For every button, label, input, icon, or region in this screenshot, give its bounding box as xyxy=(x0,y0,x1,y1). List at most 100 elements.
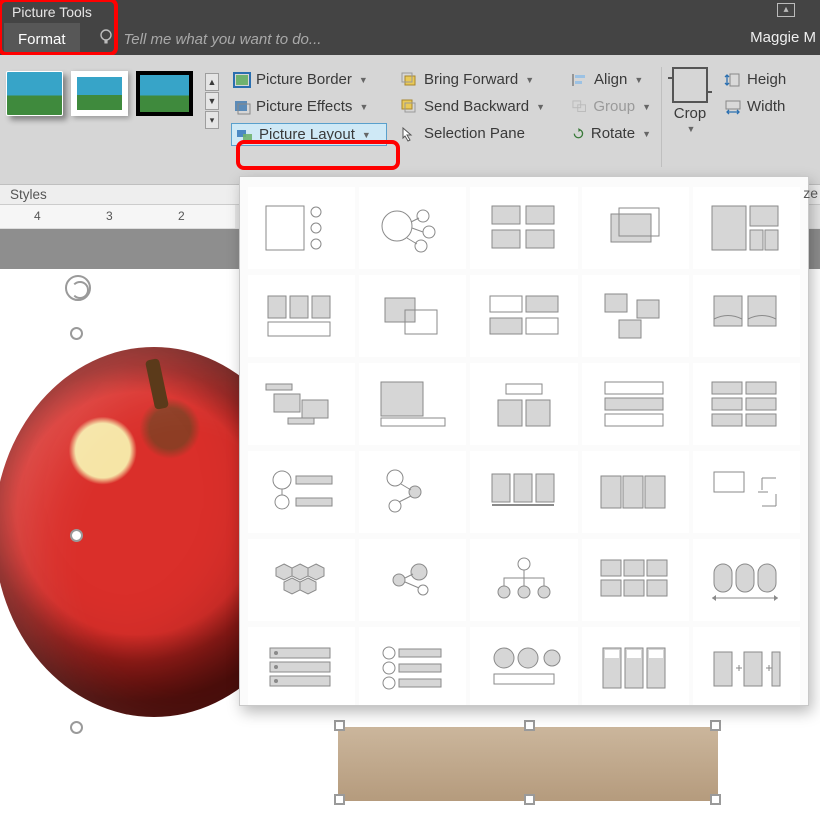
picture-border-button[interactable]: Picture Border ▼ xyxy=(231,69,387,90)
chevron-down-icon[interactable]: ▼ xyxy=(205,92,219,110)
gallery-scroll[interactable]: ▲ ▼ ▾ xyxy=(205,73,219,129)
layout-cascade-4[interactable] xyxy=(248,363,355,445)
crop-button[interactable]: Crop ▼ xyxy=(664,61,716,134)
bring-forward-icon xyxy=(401,72,419,88)
selection-pane-icon xyxy=(401,126,419,142)
layout-film-3[interactable] xyxy=(582,451,689,533)
bring-forward-label: Bring Forward xyxy=(424,71,518,88)
crop-icon xyxy=(672,67,708,103)
picture-layout-button[interactable]: Picture Layout ▼ xyxy=(231,123,387,146)
tell-me-search[interactable]: Tell me what you want to do... xyxy=(98,23,322,55)
picture-layout-gallery xyxy=(239,176,809,706)
rotate-handle[interactable] xyxy=(65,275,91,301)
selection-handle[interactable] xyxy=(334,794,345,805)
layout-rows-3[interactable] xyxy=(582,363,689,445)
effects-icon xyxy=(233,99,251,115)
layout-two-plus-two[interactable] xyxy=(470,275,577,357)
arrange-group-a: Bring Forward ▼ Send Backward ▼ Selectio… xyxy=(393,61,563,144)
align-icon xyxy=(571,72,589,88)
layout-brick-6[interactable] xyxy=(693,363,800,445)
chevron-up-icon[interactable]: ▲ xyxy=(205,73,219,91)
layout-orbit[interactable] xyxy=(359,539,466,621)
caret-icon: ▼ xyxy=(687,124,696,134)
selection-pane-button[interactable]: Selection Pane xyxy=(399,123,557,144)
selection-pane-label: Selection Pane xyxy=(424,125,525,142)
caret-icon: ▼ xyxy=(525,75,534,85)
layout-pill-row[interactable] xyxy=(693,539,800,621)
caret-icon: ▼ xyxy=(536,102,545,112)
layout-bars-pair[interactable] xyxy=(470,363,577,445)
layout-process-circles[interactable] xyxy=(248,451,355,533)
caret-icon: ▼ xyxy=(362,130,371,140)
arrange-group-b: Align ▼ Group ▼ Rotate ▼ xyxy=(563,61,659,144)
size-group: Heigh Width xyxy=(716,61,796,117)
send-backward-label: Send Backward xyxy=(424,98,529,115)
separator xyxy=(661,67,662,167)
layout-horizon-pair[interactable] xyxy=(693,275,800,357)
layout-columns-3[interactable] xyxy=(582,627,689,706)
selection-handle[interactable] xyxy=(710,794,721,805)
selection-handle[interactable] xyxy=(524,720,535,731)
layout-node-branch[interactable] xyxy=(359,451,466,533)
layout-corner-focus[interactable] xyxy=(693,451,800,533)
group-button: Group ▼ xyxy=(569,96,653,117)
width-field[interactable]: Width xyxy=(722,96,790,117)
rotate-button[interactable]: Rotate ▼ xyxy=(569,123,653,144)
layout-org-tree[interactable] xyxy=(470,539,577,621)
width-icon xyxy=(724,99,742,115)
picture-effects-label: Picture Effects xyxy=(256,98,352,115)
picture-secondary[interactable] xyxy=(338,727,718,801)
group-icon xyxy=(571,99,588,115)
picture-styles-gallery[interactable]: ▲ ▼ ▾ xyxy=(0,61,225,129)
layout-framed-row[interactable] xyxy=(248,275,355,357)
layout-framed-3[interactable] xyxy=(470,451,577,533)
style-thumb-2[interactable] xyxy=(71,71,128,116)
title-bar: Picture Tools ▴ xyxy=(0,0,820,23)
height-icon xyxy=(724,72,742,88)
layout-grid-4[interactable] xyxy=(470,187,577,269)
style-thumb-1[interactable] xyxy=(6,71,63,116)
layout-plus-columns[interactable] xyxy=(693,627,800,706)
picture-border-label: Picture Border xyxy=(256,71,352,88)
user-name[interactable]: Maggie M xyxy=(750,29,816,46)
ruler-tick-4: 4 xyxy=(34,209,41,223)
selection-handle[interactable] xyxy=(70,721,83,734)
ribbon: ▲ ▼ ▾ Picture Border ▼ Picture Effects ▼… xyxy=(0,55,820,185)
layout-list-bars-a[interactable] xyxy=(248,627,355,706)
send-backward-button[interactable]: Send Backward ▼ xyxy=(399,96,557,117)
collapse-ribbon-icon[interactable]: ▴ xyxy=(777,3,795,17)
more-icon[interactable]: ▾ xyxy=(205,111,219,129)
crop-label: Crop xyxy=(674,105,707,122)
lightbulb-icon xyxy=(98,28,114,50)
align-button[interactable]: Align ▼ xyxy=(569,69,653,90)
size-group-label-fragment: ze xyxy=(803,185,818,201)
tell-me-placeholder: Tell me what you want to do... xyxy=(124,31,322,48)
selection-handle[interactable] xyxy=(524,794,535,805)
selection-handle[interactable] xyxy=(710,720,721,731)
style-thumb-3[interactable] xyxy=(136,71,193,116)
align-label: Align xyxy=(594,71,627,88)
bring-forward-button[interactable]: Bring Forward ▼ xyxy=(399,69,557,90)
layout-big-plus-caption[interactable] xyxy=(359,363,466,445)
selection-handle[interactable] xyxy=(70,327,83,340)
layout-list-bars-b[interactable] xyxy=(359,627,466,706)
layout-circles-caption[interactable] xyxy=(470,627,577,706)
layout-radial-cluster[interactable] xyxy=(359,187,466,269)
picture-effects-button[interactable]: Picture Effects ▼ xyxy=(231,96,387,117)
ruler-tick-3: 3 xyxy=(106,209,113,223)
layout-overlap-pair[interactable] xyxy=(359,275,466,357)
selection-handle[interactable] xyxy=(334,720,345,731)
tab-format[interactable]: Format xyxy=(4,23,80,55)
selection-handle[interactable] xyxy=(70,529,83,542)
height-field[interactable]: Heigh xyxy=(722,69,790,90)
styles-group-label: Styles xyxy=(10,187,47,202)
layout-stacked-cards[interactable] xyxy=(582,187,689,269)
layout-scatter-3[interactable] xyxy=(582,275,689,357)
layout-bento[interactable] xyxy=(693,187,800,269)
group-label: Group xyxy=(593,98,635,115)
layout-hex-cluster[interactable] xyxy=(248,539,355,621)
layout-grid-6[interactable] xyxy=(582,539,689,621)
caret-icon: ▼ xyxy=(359,102,368,112)
picture-layout-label: Picture Layout xyxy=(259,126,355,143)
layout-circle-list[interactable] xyxy=(248,187,355,269)
